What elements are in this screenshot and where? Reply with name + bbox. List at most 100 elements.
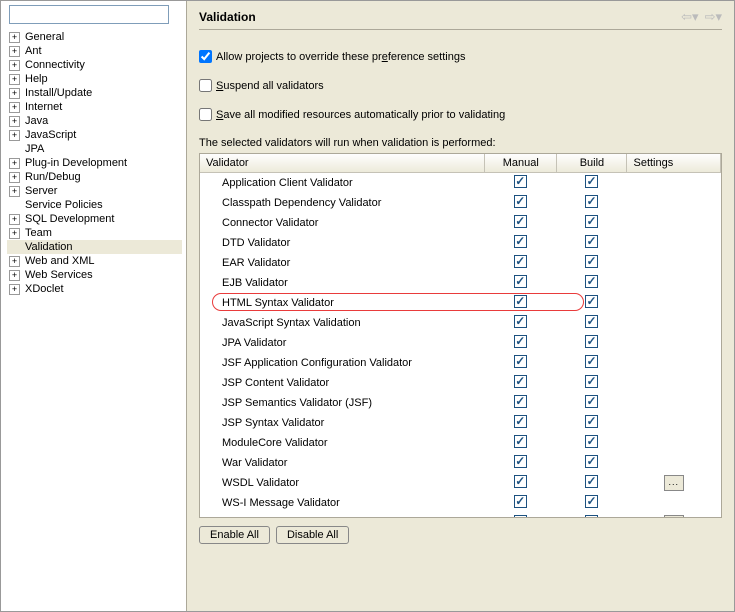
tree-item-jpa[interactable]: JPA xyxy=(7,142,182,156)
checkbox-icon[interactable] xyxy=(585,355,598,368)
tree-item-java[interactable]: +Java xyxy=(7,114,182,128)
build-cell[interactable] xyxy=(557,233,627,253)
checkbox-icon[interactable] xyxy=(585,235,598,248)
save-all-label[interactable]: Save all modified resources automaticall… xyxy=(216,109,505,121)
build-cell[interactable] xyxy=(557,433,627,453)
build-cell[interactable] xyxy=(557,273,627,293)
tree-item-internet[interactable]: +Internet xyxy=(7,100,182,114)
manual-cell[interactable] xyxy=(485,273,557,293)
manual-cell[interactable] xyxy=(485,173,557,194)
table-row[interactable]: WS-I Message Validator xyxy=(200,493,721,513)
checkbox-icon[interactable] xyxy=(514,195,527,208)
tree-item-server[interactable]: +Server xyxy=(7,184,182,198)
settings-cell[interactable] xyxy=(627,333,721,353)
expander-icon[interactable]: + xyxy=(9,74,20,85)
checkbox-icon[interactable] xyxy=(585,495,598,508)
tree-item-run-debug[interactable]: +Run/Debug xyxy=(7,170,182,184)
settings-cell[interactable] xyxy=(627,213,721,233)
manual-cell[interactable] xyxy=(485,413,557,433)
table-row[interactable]: EJB Validator xyxy=(200,273,721,293)
settings-cell[interactable] xyxy=(627,433,721,453)
checkbox-icon[interactable] xyxy=(585,375,598,388)
checkbox-icon[interactable] xyxy=(514,455,527,468)
tree-item-plug-in-development[interactable]: +Plug-in Development xyxy=(7,156,182,170)
settings-cell[interactable] xyxy=(627,313,721,333)
build-cell[interactable] xyxy=(557,313,627,333)
table-row[interactable]: ModuleCore Validator xyxy=(200,433,721,453)
manual-cell[interactable] xyxy=(485,233,557,253)
tree-item-general[interactable]: +General xyxy=(7,30,182,44)
checkbox-icon[interactable] xyxy=(585,195,598,208)
checkbox-icon[interactable] xyxy=(514,275,527,288)
table-row[interactable]: JSP Semantics Validator (JSF) xyxy=(200,393,721,413)
expander-icon[interactable]: + xyxy=(9,102,20,113)
settings-cell[interactable]: ... xyxy=(627,513,721,518)
build-cell[interactable] xyxy=(557,373,627,393)
settings-cell[interactable]: ... xyxy=(627,473,721,493)
build-cell[interactable] xyxy=(557,293,627,313)
manual-cell[interactable] xyxy=(485,193,557,213)
checkbox-icon[interactable] xyxy=(514,395,527,408)
build-cell[interactable] xyxy=(557,493,627,513)
settings-button[interactable]: ... xyxy=(664,515,684,518)
checkbox-icon[interactable] xyxy=(585,255,598,268)
tree-item-team[interactable]: +Team xyxy=(7,226,182,240)
manual-cell[interactable] xyxy=(485,293,557,313)
tree-item-connectivity[interactable]: +Connectivity xyxy=(7,58,182,72)
checkbox-icon[interactable] xyxy=(514,435,527,448)
checkbox-icon[interactable] xyxy=(585,275,598,288)
build-cell[interactable] xyxy=(557,413,627,433)
settings-button[interactable]: ... xyxy=(664,475,684,491)
checkbox-icon[interactable] xyxy=(514,315,527,328)
checkbox-icon[interactable] xyxy=(585,395,598,408)
table-row[interactable]: HTML Syntax Validator xyxy=(200,293,721,313)
expander-icon[interactable]: + xyxy=(9,130,20,141)
checkbox-icon[interactable] xyxy=(514,235,527,248)
settings-cell[interactable] xyxy=(627,493,721,513)
build-cell[interactable] xyxy=(557,393,627,413)
save-all-checkbox[interactable] xyxy=(199,108,212,121)
suspend-label[interactable]: Suspend all validators xyxy=(216,80,324,92)
col-validator-header[interactable]: Validator xyxy=(200,154,485,173)
table-row[interactable]: JavaScript Syntax Validation xyxy=(200,313,721,333)
settings-cell[interactable] xyxy=(627,193,721,213)
checkbox-icon[interactable] xyxy=(585,215,598,228)
checkbox-icon[interactable] xyxy=(585,295,598,308)
disable-all-button[interactable]: Disable All xyxy=(276,526,349,544)
settings-cell[interactable] xyxy=(627,453,721,473)
allow-override-label[interactable]: Allow projects to override these prefere… xyxy=(216,51,465,63)
table-row[interactable]: XML Schema Validator... xyxy=(200,513,721,518)
checkbox-icon[interactable] xyxy=(514,515,527,518)
tree-item-web-and-xml[interactable]: +Web and XML xyxy=(7,254,182,268)
checkbox-icon[interactable] xyxy=(514,475,527,488)
allow-override-checkbox[interactable] xyxy=(199,50,212,63)
checkbox-icon[interactable] xyxy=(514,295,527,308)
tree-item-install-update[interactable]: +Install/Update xyxy=(7,86,182,100)
enable-all-button[interactable]: Enable All xyxy=(199,526,270,544)
build-cell[interactable] xyxy=(557,213,627,233)
expander-icon[interactable]: + xyxy=(9,256,20,267)
tree-item-sql-development[interactable]: +SQL Development xyxy=(7,212,182,226)
checkbox-icon[interactable] xyxy=(585,175,598,188)
build-cell[interactable] xyxy=(557,333,627,353)
table-row[interactable]: JSF Application Configuration Validator xyxy=(200,353,721,373)
checkbox-icon[interactable] xyxy=(514,175,527,188)
settings-cell[interactable] xyxy=(627,353,721,373)
expander-icon[interactable]: + xyxy=(9,116,20,127)
table-row[interactable]: War Validator xyxy=(200,453,721,473)
manual-cell[interactable] xyxy=(485,253,557,273)
checkbox-icon[interactable] xyxy=(514,335,527,348)
tree-item-javascript[interactable]: +JavaScript xyxy=(7,128,182,142)
manual-cell[interactable] xyxy=(485,333,557,353)
expander-icon[interactable]: + xyxy=(9,46,20,57)
settings-cell[interactable] xyxy=(627,273,721,293)
suspend-checkbox[interactable] xyxy=(199,79,212,92)
table-row[interactable]: Application Client Validator xyxy=(200,173,721,194)
settings-cell[interactable] xyxy=(627,173,721,194)
expander-icon[interactable]: + xyxy=(9,228,20,239)
build-cell[interactable] xyxy=(557,173,627,194)
manual-cell[interactable] xyxy=(485,453,557,473)
manual-cell[interactable] xyxy=(485,373,557,393)
checkbox-icon[interactable] xyxy=(514,255,527,268)
checkbox-icon[interactable] xyxy=(585,515,598,518)
